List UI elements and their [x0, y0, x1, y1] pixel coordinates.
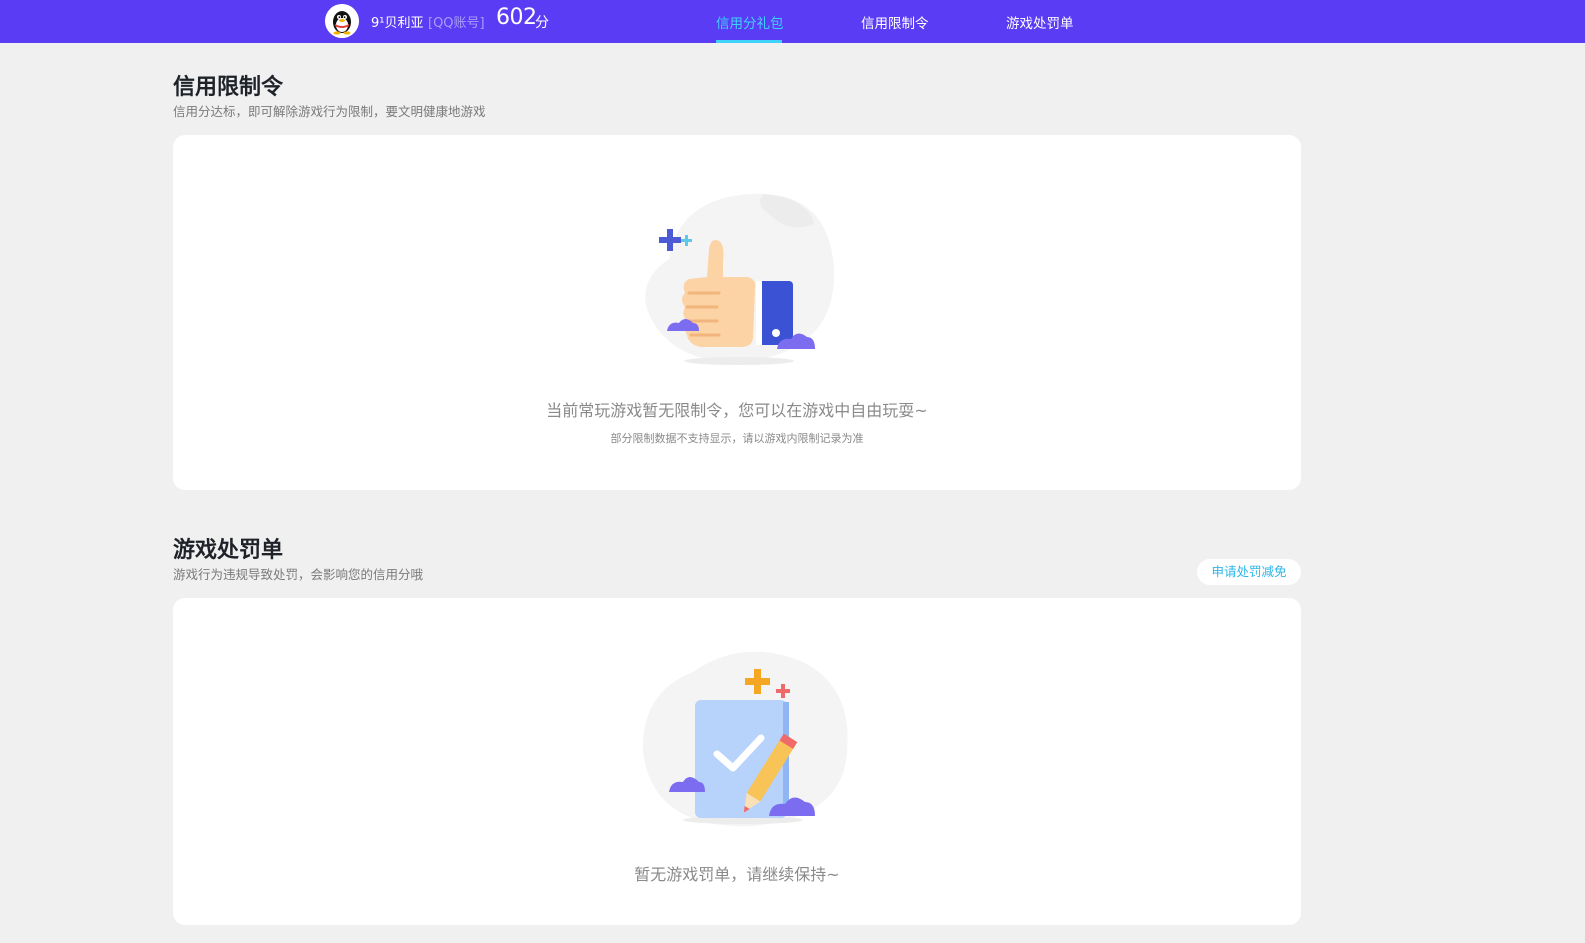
restriction-empty-message: 当前常玩游戏暂无限制令，您可以在游戏中自由玩耍~: [546, 401, 928, 420]
credit-score-unit: 分: [535, 15, 549, 31]
account-type: [QQ账号]: [428, 16, 485, 31]
credit-score: 602: [496, 5, 537, 30]
document-pencil-icon: [642, 651, 848, 827]
penalty-empty-message: 暂无游戏罚单，请继续保持~: [634, 865, 840, 884]
restriction-section-title: 信用限制令: [173, 75, 284, 100]
tab-game-penalty[interactable]: 游戏处罚单: [1006, 12, 1074, 32]
top-bar: 9¹贝利亚 [QQ账号] 602 分 信用分礼包 信用限制令 游戏处罚单: [0, 0, 1585, 43]
restriction-empty-note: 部分限制数据不支持显示，请以游戏内限制记录为准: [610, 432, 864, 445]
tab-credit-restriction[interactable]: 信用限制令: [861, 12, 929, 32]
active-tab-indicator: [716, 40, 782, 43]
tab-credit-gift[interactable]: 信用分礼包: [716, 12, 784, 32]
restriction-card: 当前常玩游戏暂无限制令，您可以在游戏中自由玩耍~ 部分限制数据不支持显示，请以游…: [173, 135, 1301, 490]
username: 9¹贝利亚: [371, 16, 424, 31]
penalty-section-subtitle: 游戏行为违规导致处罚，会影响您的信用分哦: [173, 567, 424, 582]
penalty-section-title: 游戏处罚单: [173, 538, 284, 563]
penalty-card: 暂无游戏罚单，请继续保持~: [173, 598, 1301, 925]
apply-penalty-reduction-button[interactable]: 申请处罚减免: [1197, 559, 1301, 585]
thumbs-up-icon: [645, 193, 835, 365]
avatar[interactable]: [325, 4, 359, 38]
qq-penguin-icon: [325, 4, 359, 38]
restriction-section-subtitle: 信用分达标，即可解除游戏行为限制，要文明健康地游戏: [173, 104, 486, 119]
